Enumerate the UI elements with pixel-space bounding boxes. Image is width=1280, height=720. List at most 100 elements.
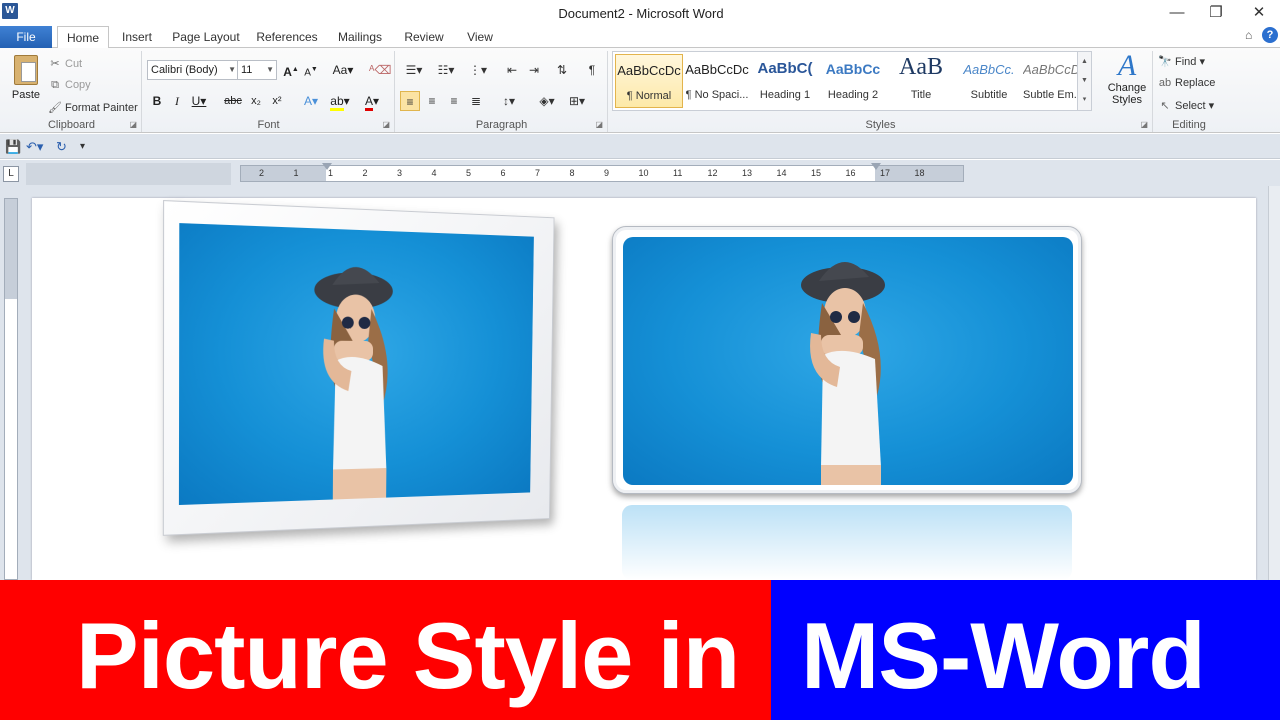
minimize-ribbon-icon[interactable]: ⌂ — [1245, 28, 1252, 42]
subscript-icon[interactable]: x₂ — [246, 91, 266, 111]
shading-icon[interactable]: ◈▾ — [534, 91, 560, 111]
tab-file[interactable]: File — [0, 26, 52, 48]
picture-rounded-frame[interactable] — [612, 226, 1082, 494]
show-formatting-icon[interactable]: ¶ — [582, 60, 602, 80]
style-sample: AaB — [887, 54, 955, 81]
numbering-icon[interactable]: ☷▾ — [432, 60, 460, 80]
horizontal-ruler[interactable]: 2 1 1 2 3 4 5 6 7 8 9 10 11 12 13 14 15 16 17 18 — [240, 165, 964, 182]
paste-label: Paste — [8, 89, 44, 101]
select-label: Select — [1175, 100, 1206, 112]
text-effects-icon[interactable]: A▾ — [299, 91, 323, 111]
replace-button[interactable]: ab Replace — [1158, 77, 1215, 89]
help-icon[interactable]: ? — [1262, 27, 1278, 43]
line-spacing-icon[interactable]: ↕▾ — [496, 91, 522, 111]
ruler-number: 13 — [742, 168, 752, 178]
align-right-icon[interactable]: ≡ — [444, 91, 464, 111]
grow-font-icon[interactable]: A▲ — [281, 60, 301, 80]
style-sample: AaBbCc — [819, 61, 887, 77]
styles-gallery: AaBbCcDc ¶ Normal AaBbCcDc ¶ No Spaci...… — [612, 51, 1092, 111]
font-color-icon[interactable]: A▾ — [359, 91, 385, 111]
ruler-number: 7 — [535, 168, 540, 178]
undo-icon[interactable]: ↶▾ — [26, 139, 43, 155]
picture-perspective-frame[interactable] — [163, 200, 555, 536]
format-painter-label: Format Painter — [65, 102, 138, 114]
decrease-indent-icon[interactable]: ⇤ — [502, 60, 522, 80]
binoculars-icon: 🔭 — [1158, 55, 1172, 68]
tab-home[interactable]: Home — [57, 26, 109, 49]
close-icon[interactable]: ✕ — [1240, 2, 1278, 24]
highlight-icon[interactable]: ab▾ — [327, 91, 353, 111]
vertical-scrollbar[interactable] — [1268, 186, 1280, 580]
copy-icon: ⧉ — [48, 79, 62, 92]
style-heading-2[interactable]: AaBbCc Heading 2 — [819, 54, 887, 108]
align-left-icon[interactable]: ≡ — [400, 91, 420, 111]
redo-icon[interactable]: ↻ — [56, 139, 67, 155]
tab-page-layout[interactable]: Page Layout — [170, 26, 242, 48]
change-styles-icon: A — [1104, 50, 1150, 82]
ruler-number: 2 — [363, 168, 368, 178]
photo-woman-blue-bg — [623, 237, 1073, 485]
style-sample: AaBbC( — [751, 60, 819, 77]
styles-group-label: Styles — [609, 119, 1152, 131]
underline-icon[interactable]: U▾ — [189, 91, 209, 111]
font-launcher-icon[interactable]: ◪ — [382, 120, 390, 129]
save-icon[interactable]: 💾 — [5, 139, 21, 155]
cut-label: Cut — [65, 58, 82, 70]
tab-mailings[interactable]: Mailings — [332, 26, 388, 48]
paste-icon — [14, 55, 38, 85]
ruler-number: 14 — [777, 168, 787, 178]
find-button[interactable]: 🔭 Find ▾ — [1158, 55, 1205, 68]
change-case-icon[interactable]: Aa▾ — [329, 60, 357, 80]
shrink-font-icon[interactable]: A▼ — [301, 60, 321, 80]
paragraph-launcher-icon[interactable]: ◪ — [595, 120, 603, 129]
vertical-ruler[interactable] — [4, 198, 18, 580]
bold-icon[interactable]: B — [147, 91, 167, 111]
clear-formatting-icon[interactable]: ᴬ⌫ — [369, 60, 389, 80]
photo-woman-blue-bg — [179, 223, 534, 505]
style-name: Heading 2 — [819, 89, 887, 101]
style-title[interactable]: AaB Title — [887, 54, 955, 108]
cut-button[interactable]: ✂ Cut — [48, 57, 82, 70]
tab-view[interactable]: View — [462, 26, 498, 48]
change-styles-button[interactable]: A Change Styles — [1104, 50, 1150, 112]
tab-selector-icon[interactable]: L — [3, 166, 19, 182]
ruler-number: 1 — [328, 168, 333, 178]
tab-references[interactable]: References — [254, 26, 320, 48]
style-normal[interactable]: AaBbCcDc ¶ Normal — [615, 54, 683, 108]
increase-indent-icon[interactable]: ⇥ — [524, 60, 544, 80]
strikethrough-icon[interactable]: abc — [223, 91, 243, 111]
restore-icon[interactable]: ❐ — [1197, 2, 1235, 24]
ruler-number: 11 — [673, 168, 682, 178]
style-subtle-emphasis[interactable]: AaBbCcDc Subtle Em... — [1023, 54, 1079, 108]
brush-icon: 🖌 — [48, 101, 62, 114]
format-painter-button[interactable]: 🖌 Format Painter — [48, 101, 138, 114]
bullets-icon[interactable]: ☰▾ — [400, 60, 428, 80]
ruler-left-margin — [241, 166, 326, 181]
clipboard-launcher-icon[interactable]: ◪ — [129, 120, 137, 129]
copy-button[interactable]: ⧉ Copy — [48, 79, 91, 92]
select-button[interactable]: ↖ Select ▾ — [1158, 99, 1214, 112]
justify-icon[interactable]: ≣ — [466, 91, 486, 111]
style-heading-1[interactable]: AaBbC( Heading 1 — [751, 54, 819, 108]
cursor-icon: ↖ — [1158, 99, 1172, 112]
superscript-icon[interactable]: x² — [267, 91, 287, 111]
multilevel-list-icon[interactable]: ⋮▾ — [464, 60, 492, 80]
gallery-scroll[interactable]: ▲ ▼ ▾ — [1077, 52, 1091, 110]
styles-launcher-icon[interactable]: ◪ — [1140, 120, 1148, 129]
paste-button[interactable]: Paste — [8, 53, 44, 109]
paragraph-group: ☰▾ ☷▾ ⋮▾ ⇤ ⇥ ⇅ ¶ ≡ ≡ ≡ ≣ ↕▾ ◈▾ ⊞▾ Paragr… — [396, 51, 608, 132]
style-no-spacing[interactable]: AaBbCcDc ¶ No Spaci... — [683, 54, 751, 108]
tab-review[interactable]: Review — [400, 26, 448, 48]
font-size-combo[interactable]: 11 ▼ — [237, 60, 277, 80]
customize-qat-icon[interactable]: ▾ — [80, 141, 85, 152]
chevron-down-icon: ▼ — [228, 61, 236, 79]
sort-icon[interactable]: ⇅ — [552, 60, 572, 80]
tab-insert[interactable]: Insert — [115, 26, 159, 48]
style-subtitle[interactable]: AaBbCc. Subtitle — [955, 54, 1023, 108]
clipboard-group-label: Clipboard — [2, 119, 141, 131]
minimize-icon[interactable]: — — [1158, 2, 1196, 24]
align-center-icon[interactable]: ≡ — [422, 91, 442, 111]
borders-icon[interactable]: ⊞▾ — [564, 91, 590, 111]
font-name-combo[interactable]: Calibri (Body) ▼ — [147, 60, 239, 80]
italic-icon[interactable]: I — [167, 91, 187, 111]
